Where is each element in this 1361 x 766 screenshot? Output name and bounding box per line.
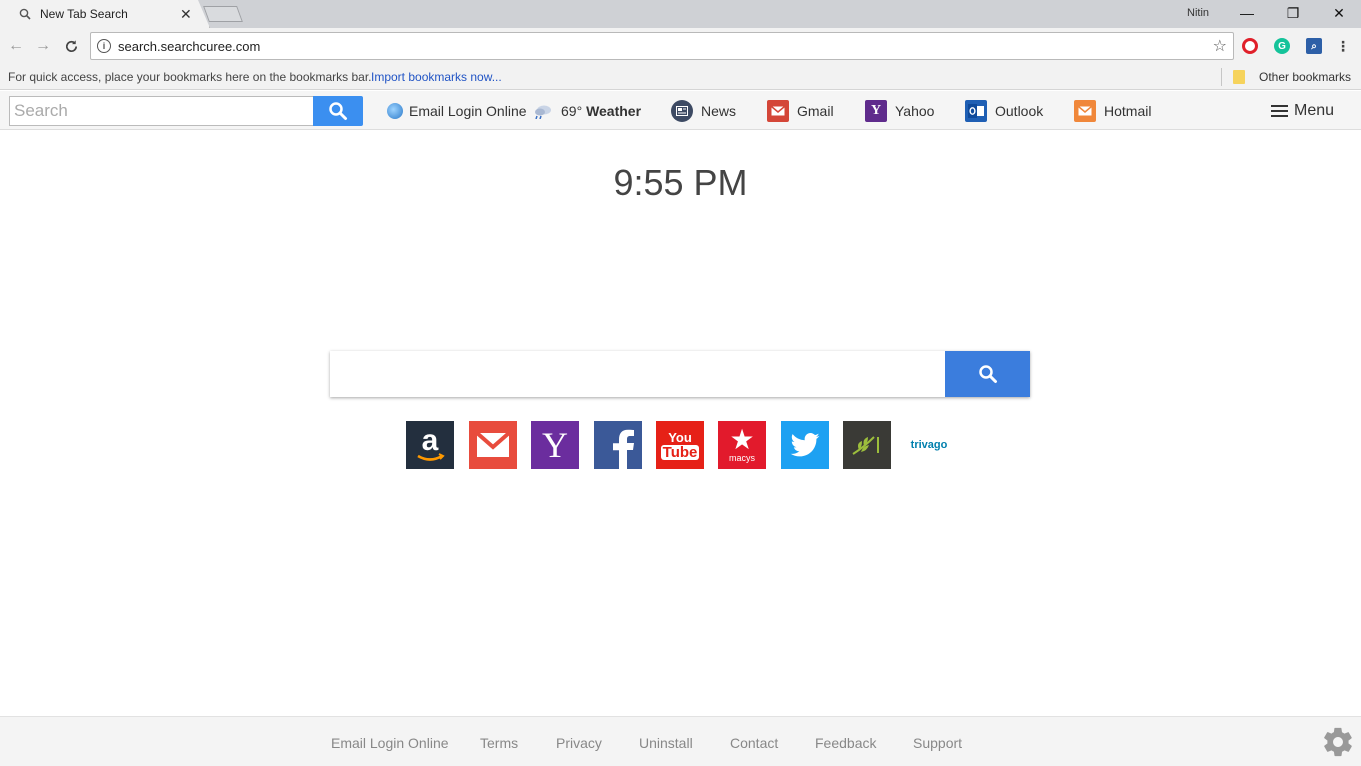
footer-link-contact[interactable]: Contact (730, 735, 778, 751)
search-icon (329, 102, 347, 120)
bookmarks-divider (1221, 68, 1222, 86)
gmail-icon[interactable] (469, 421, 517, 469)
gear-icon[interactable] (1321, 725, 1355, 759)
macys-label: macys (728, 453, 755, 463)
gmail-label: Gmail (797, 102, 834, 119)
browser-toolbar: ← → i search.searchcuree.com ☆ G ⌕ ⋮ (0, 28, 1361, 64)
footer-link-feedback[interactable]: Feedback (815, 735, 876, 751)
hotmail-label: Hotmail (1104, 102, 1152, 119)
minimize-button[interactable]: — (1236, 3, 1258, 23)
email-login-label: Email Login Online (409, 102, 527, 119)
twitter-icon[interactable] (781, 421, 829, 469)
main-search-button[interactable] (945, 351, 1030, 397)
outlook-label: Outlook (995, 102, 1044, 119)
footer-link-terms[interactable]: Terms (480, 735, 518, 751)
menu-button[interactable]: Menu (1271, 91, 1334, 130)
grammarly-icon[interactable]: G (1274, 38, 1290, 54)
forward-arrow-icon[interactable]: → (33, 36, 53, 56)
hotmail-link[interactable]: Hotmail (1074, 91, 1151, 130)
other-bookmarks[interactable]: Other bookmarks (1259, 70, 1351, 84)
footer-link-uninstall[interactable]: Uninstall (639, 735, 693, 751)
reload-icon[interactable] (61, 36, 81, 56)
gmail-link[interactable]: Gmail (767, 91, 834, 130)
restore-button[interactable]: ❐ (1282, 3, 1304, 23)
footer-link-privacy[interactable]: Privacy (556, 735, 602, 751)
search-icon (978, 365, 997, 383)
url-text[interactable]: search.searchcuree.com (118, 39, 260, 54)
opera-icon[interactable] (1242, 38, 1258, 54)
bookmark-star-icon[interactable]: ☆ (1213, 36, 1227, 56)
outlook-icon (965, 99, 987, 122)
bookmarks-hint: For quick access, place your bookmarks h… (8, 70, 372, 84)
close-window-button[interactable]: ✕ (1328, 3, 1350, 23)
yahoo-icon: Y (865, 99, 887, 122)
site-header: Email Login Online 69° Weather News Gmai… (0, 91, 1361, 130)
youtube-icon[interactable]: You Tube (656, 421, 704, 469)
facebook-icon[interactable] (594, 421, 642, 469)
main-search-box (330, 351, 1030, 397)
outlook-link[interactable]: Outlook (965, 91, 1043, 130)
hotmail-icon (1074, 99, 1096, 122)
footer-link-email-login[interactable]: Email Login Online (331, 735, 449, 751)
macys-icon[interactable]: ★ macys (718, 421, 766, 469)
tab-close-icon[interactable]: ✕ (180, 6, 192, 23)
clock-time: 9:55 PM (613, 162, 748, 203)
email-login-link[interactable]: Email Login Online (387, 91, 527, 130)
yahoo-label: Yahoo (895, 102, 935, 119)
bookmarks-bar: For quick access, place your bookmarks h… (0, 64, 1361, 90)
weather-link[interactable]: 69° Weather (533, 91, 641, 130)
trivago-label: trivago (910, 439, 948, 451)
more-icon[interactable]: ⋮ (1336, 38, 1350, 54)
back-arrow-icon[interactable]: ← (6, 36, 26, 56)
news-link[interactable]: News (671, 91, 736, 130)
email-login-icon (387, 102, 403, 119)
yahoo-icon[interactable]: Y (531, 421, 579, 469)
header-search-input[interactable] (9, 96, 314, 126)
trivago-icon[interactable]: trivago (905, 421, 953, 469)
weather-icon (533, 103, 553, 119)
menu-label: Menu (1294, 101, 1335, 119)
folder-icon (1233, 70, 1245, 84)
yahoo-link[interactable]: Y Yahoo (865, 91, 934, 130)
weather-temp: 69° (561, 102, 583, 119)
search-icon (18, 7, 32, 21)
address-bar[interactable]: i search.searchcuree.com ☆ (90, 32, 1234, 60)
news-icon (671, 99, 693, 122)
svg-text:a: a (422, 425, 439, 457)
search-extension-icon[interactable]: ⌕ (1306, 38, 1322, 54)
header-search-button[interactable] (313, 96, 363, 126)
tab-title: New Tab Search (40, 7, 128, 21)
import-bookmarks-link[interactable]: Import bookmarks now... (371, 70, 502, 84)
ancestry-icon[interactable] (843, 421, 891, 469)
amazon-icon[interactable]: a (406, 421, 454, 469)
footer-link-support[interactable]: Support (913, 735, 962, 751)
page-footer: Email Login Online Terms Privacy Uninsta… (0, 716, 1361, 766)
info-icon[interactable]: i (97, 39, 111, 53)
news-label: News (701, 102, 737, 119)
gmail-icon (767, 99, 789, 122)
weather-label: Weather (586, 102, 642, 119)
main-search-input[interactable] (330, 351, 945, 397)
profile-user-name[interactable]: Nitin (1187, 7, 1209, 19)
browser-titlebar: New Tab Search ✕ Nitin — ❐ ✕ (0, 0, 1361, 28)
browser-tab[interactable]: New Tab Search ✕ (0, 0, 210, 28)
new-tab-button[interactable] (203, 6, 243, 22)
hamburger-icon (1271, 102, 1288, 120)
